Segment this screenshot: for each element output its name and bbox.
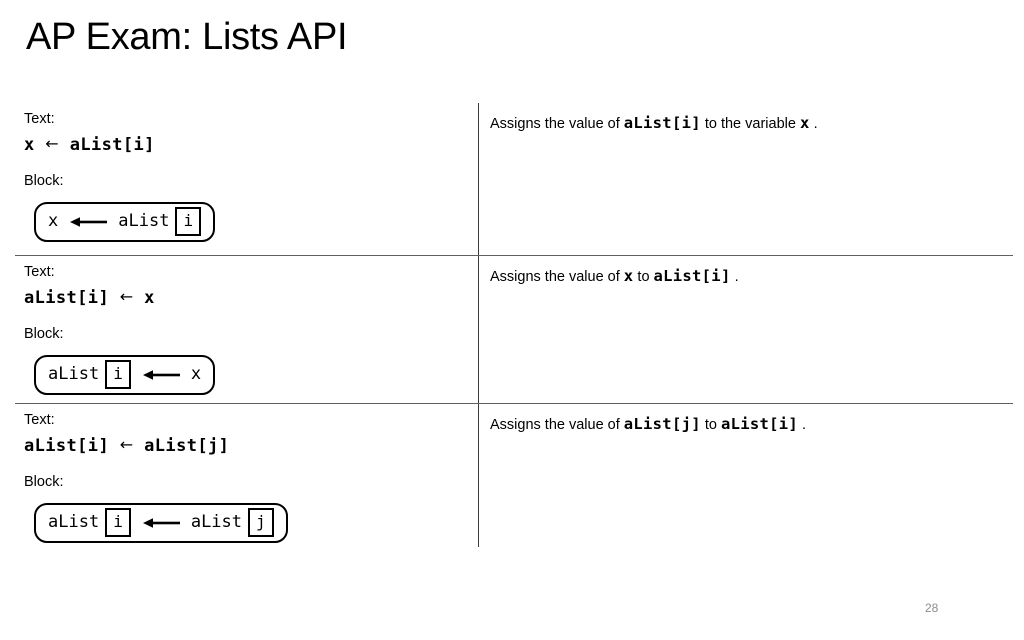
table-row: Text: x ← aList[i] Block: x aList i Assi… xyxy=(15,103,1013,255)
description-tail: . xyxy=(813,116,818,132)
table-cell-description: Assigns the value of x to aList[i]. xyxy=(478,256,1013,403)
block-label: Block: xyxy=(24,325,64,342)
description-lead: Assigns the value of xyxy=(490,269,620,285)
block-pill: aList i aList j xyxy=(34,502,288,543)
description-text: Assigns the value of aList[j] to aList[i]. xyxy=(490,415,1013,434)
syntax-code-before: aList[i] xyxy=(24,435,120,456)
description-code-2: x xyxy=(799,114,810,132)
block-index-box: j xyxy=(248,508,274,538)
syntax-code: x ← aList[i] xyxy=(24,133,478,155)
description-text: Assigns the value of aList[i] to the varia… xyxy=(490,114,1013,133)
block-token-name: aList xyxy=(48,512,100,533)
syntax-code: aList[i] ← aList[j] xyxy=(24,434,478,456)
syntax-code-after: aList[j] xyxy=(133,435,230,456)
description-middle: to the variable xyxy=(704,116,796,132)
block-index-box: i xyxy=(175,207,202,237)
syntax-code-after: aList[i] xyxy=(59,134,155,155)
description-code-2: aList[i] xyxy=(720,415,798,433)
block-token-name: aList xyxy=(118,211,170,232)
left-arrow-icon: ← xyxy=(45,133,60,153)
block-label: Block: xyxy=(24,473,64,490)
description-lead: Assigns the value of xyxy=(490,116,620,132)
table-cell-syntax: Text: aList[i] ← x Block: aList i x xyxy=(15,256,478,403)
block-index-box: i xyxy=(105,360,131,390)
block-token-name: aList xyxy=(48,364,100,385)
description-middle: to xyxy=(637,269,650,285)
block-token-name: x xyxy=(190,364,202,385)
syntax-code-after: x xyxy=(133,287,155,308)
block-pill: aList i x xyxy=(34,354,216,395)
description-lead: Assigns the value of xyxy=(490,417,620,433)
description-middle: to xyxy=(704,417,717,433)
block-token-name: aList xyxy=(190,512,243,533)
text-label: Text: xyxy=(24,111,55,127)
description-code-2: aList[i] xyxy=(653,267,731,285)
syntax-code-before: x xyxy=(24,134,46,155)
block-token-name: x xyxy=(48,211,59,232)
text-label: Text: xyxy=(24,264,55,280)
description-text: Assigns the value of x to aList[i]. xyxy=(490,267,1013,286)
description-code-1: x xyxy=(623,267,634,285)
table-row: Text: aList[i] ← aList[j] Block: aList i… xyxy=(15,403,1013,547)
block-left-arrow-icon xyxy=(68,215,108,229)
lists-api-table: Text: x ← aList[i] Block: x aList i Assi… xyxy=(15,103,1013,547)
description-code-1: aList[j] xyxy=(623,415,701,433)
text-label: Text: xyxy=(24,412,55,428)
block-pill: x aList i xyxy=(34,201,216,242)
table-cell-syntax: Text: aList[i] ← aList[j] Block: aList i… xyxy=(15,404,478,547)
description-code-1: aList[i] xyxy=(623,114,701,132)
description-tail: . xyxy=(734,269,739,285)
page-number: 28 xyxy=(925,601,939,615)
table-cell-syntax: Text: x ← aList[i] Block: x aList i xyxy=(15,103,478,255)
left-arrow-icon: ← xyxy=(119,434,134,454)
left-arrow-icon: ← xyxy=(119,286,134,306)
page-title: AP Exam: Lists API xyxy=(26,16,348,58)
syntax-code: aList[i] ← x xyxy=(24,286,478,308)
block-index-box: i xyxy=(105,508,131,538)
table-cell-description: Assigns the value of aList[j] to aList[i]. xyxy=(478,404,1013,547)
block-left-arrow-icon xyxy=(141,368,181,382)
syntax-code-before: aList[i] xyxy=(24,287,120,308)
table-row: Text: aList[i] ← x Block: aList i x Assi… xyxy=(15,255,1013,403)
block-left-arrow-icon xyxy=(141,516,181,530)
block-label: Block: xyxy=(24,172,64,189)
table-cell-description: Assigns the value of aList[i] to the varia… xyxy=(478,103,1013,255)
description-tail: . xyxy=(802,417,807,433)
